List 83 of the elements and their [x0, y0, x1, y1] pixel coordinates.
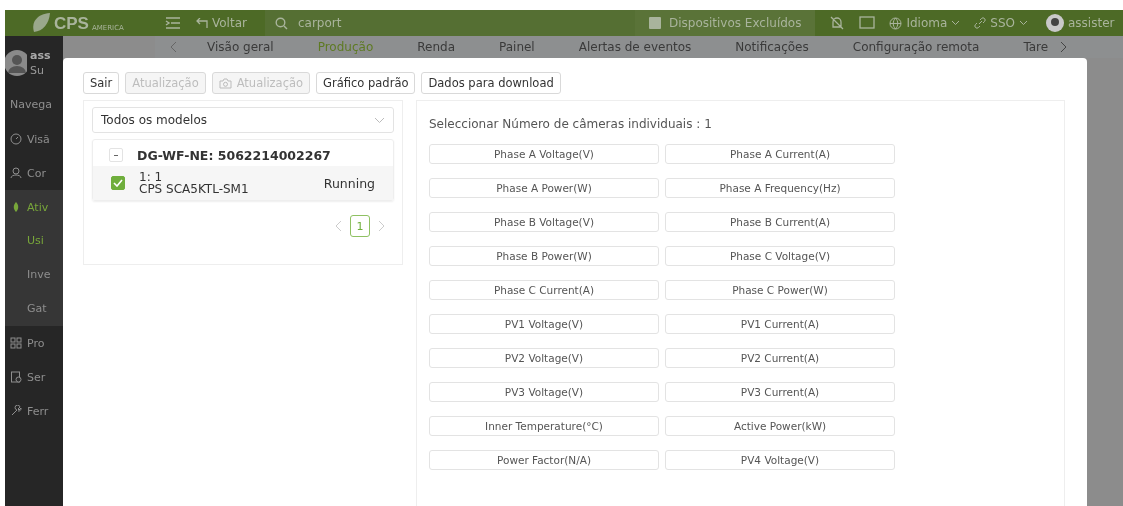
camera-icon	[218, 77, 232, 89]
page-number[interactable]: 1	[350, 215, 370, 237]
device-id: 1: 1	[139, 171, 164, 183]
menu-icon[interactable]	[165, 16, 181, 30]
data-point-button[interactable]: PV1 Current(A)	[665, 314, 895, 334]
data-point-button[interactable]: PV2 Current(A)	[665, 348, 895, 368]
tab[interactable]: Painel	[477, 40, 557, 54]
sidebar-subitem[interactable]: Gat	[5, 292, 63, 326]
data-point-button[interactable]: Phase C Current(A)	[429, 280, 659, 300]
screen-icon[interactable]	[859, 16, 876, 30]
data-point-button[interactable]: Power Factor(N/A)	[429, 450, 659, 470]
data-point-button[interactable]: PV2 Voltage(V)	[429, 348, 659, 368]
sidebar-item[interactable]: Visã	[5, 122, 63, 156]
user-menu[interactable]: assister	[1046, 14, 1115, 32]
previous-page-icon[interactable]	[334, 220, 342, 232]
caret-icon	[1019, 20, 1028, 26]
sidebar-subitem[interactable]: Usi	[5, 224, 63, 258]
data-point-button[interactable]: Inner Temperature(°C)	[429, 416, 659, 436]
tab[interactable]: Alertas de eventos	[556, 40, 714, 54]
tab[interactable]: Renda	[395, 40, 477, 54]
device-model: CPS SCA5KTL-SM1	[139, 183, 250, 195]
return-arrow-icon	[195, 17, 208, 29]
data-point-button[interactable]: Phase C Power(W)	[665, 280, 895, 300]
toolbar-button[interactable]: Sair	[83, 72, 120, 94]
gauge-icon	[10, 133, 22, 145]
search-icon	[274, 16, 288, 30]
logo-text: CPS	[54, 14, 89, 34]
sidebar-item[interactable]: Ativ	[5, 190, 63, 224]
chevron-down-icon	[374, 116, 385, 124]
avatar-icon	[1046, 14, 1064, 32]
caret-icon	[951, 20, 961, 26]
model-select[interactable]: Todos os modelos	[92, 107, 394, 133]
link-icon	[974, 17, 987, 29]
data-point-button[interactable]: PV4 Voltage(V)	[665, 450, 895, 470]
chevron-right-icon[interactable]	[1060, 41, 1069, 53]
panel-title: Seleccionar Número de câmeras individuais : 1	[429, 117, 713, 131]
sidebar-item[interactable]: Ferr	[5, 394, 63, 428]
data-point-button[interactable]: Phase B Power(W)	[429, 246, 659, 266]
sidebar-item[interactable]: Cor	[5, 156, 63, 190]
nav-heading: Navega	[9, 97, 53, 113]
data-point-button[interactable]: Phase A Power(W)	[429, 178, 659, 198]
device-status: Running	[323, 175, 375, 191]
person-icon	[10, 167, 22, 179]
document-icon	[10, 371, 22, 383]
tab[interactable]: Configuração remota	[830, 40, 1002, 54]
sidebar-item[interactable]: Pro	[5, 326, 63, 360]
excluded-devices-button[interactable]: Dispositivos Excluídos	[634, 10, 816, 36]
wrench-icon	[10, 405, 22, 417]
next-page-icon[interactable]	[378, 220, 386, 232]
device-group-label: DG-WF-NE: 5062214002267	[137, 147, 331, 163]
data-point-button[interactable]: Phase C Voltage(V)	[665, 246, 895, 266]
back-button[interactable]: Voltar	[195, 16, 247, 30]
tab[interactable]: Visão geral	[185, 40, 296, 54]
avatar-icon	[5, 49, 27, 77]
sso-menu[interactable]: SSO	[974, 16, 1028, 30]
globe-icon	[889, 16, 903, 30]
toolbar-button[interactable]: Dados para download	[421, 72, 561, 94]
data-point-button[interactable]: Phase A Voltage(V)	[429, 144, 659, 164]
leaf-logo-icon	[31, 12, 51, 34]
data-point-button[interactable]: PV3 Voltage(V)	[429, 382, 659, 402]
square-icon	[648, 17, 661, 29]
tab[interactable]: Notificações	[713, 40, 831, 54]
data-point-button[interactable]: PV3 Current(A)	[665, 382, 895, 402]
language-menu[interactable]: Idioma	[889, 16, 961, 30]
sidebar-item[interactable]: Ser	[5, 360, 63, 394]
data-point-button[interactable]: Active Power(kW)	[665, 416, 895, 436]
bell-off-icon[interactable]	[829, 15, 846, 31]
data-point-button[interactable]: Phase B Current(A)	[665, 212, 895, 232]
checkbox[interactable]	[111, 176, 125, 190]
device-row[interactable]: 1: 1 CPS SCA5KTL-SM1 Running	[93, 166, 393, 200]
tab[interactable]: Tare	[1001, 40, 1053, 54]
search-field[interactable]: carport	[264, 10, 635, 36]
data-point-button[interactable]: PV1 Voltage(V)	[429, 314, 659, 334]
user-role: Su	[30, 63, 45, 78]
data-point-button[interactable]: Phase B Voltage(V)	[429, 212, 659, 232]
data-point-button[interactable]: Phase A Current(A)	[665, 144, 895, 164]
user-name: ass	[30, 48, 51, 63]
data-point-button[interactable]: Phase A Frequency(Hz)	[665, 178, 895, 198]
grid-icon	[10, 337, 22, 349]
collapse-toggle[interactable]	[109, 148, 123, 162]
chevron-left-icon[interactable]	[169, 41, 177, 53]
toolbar-button[interactable]: Gráfico padrão	[316, 72, 416, 94]
sidebar-subitem[interactable]: Inve	[5, 258, 63, 292]
